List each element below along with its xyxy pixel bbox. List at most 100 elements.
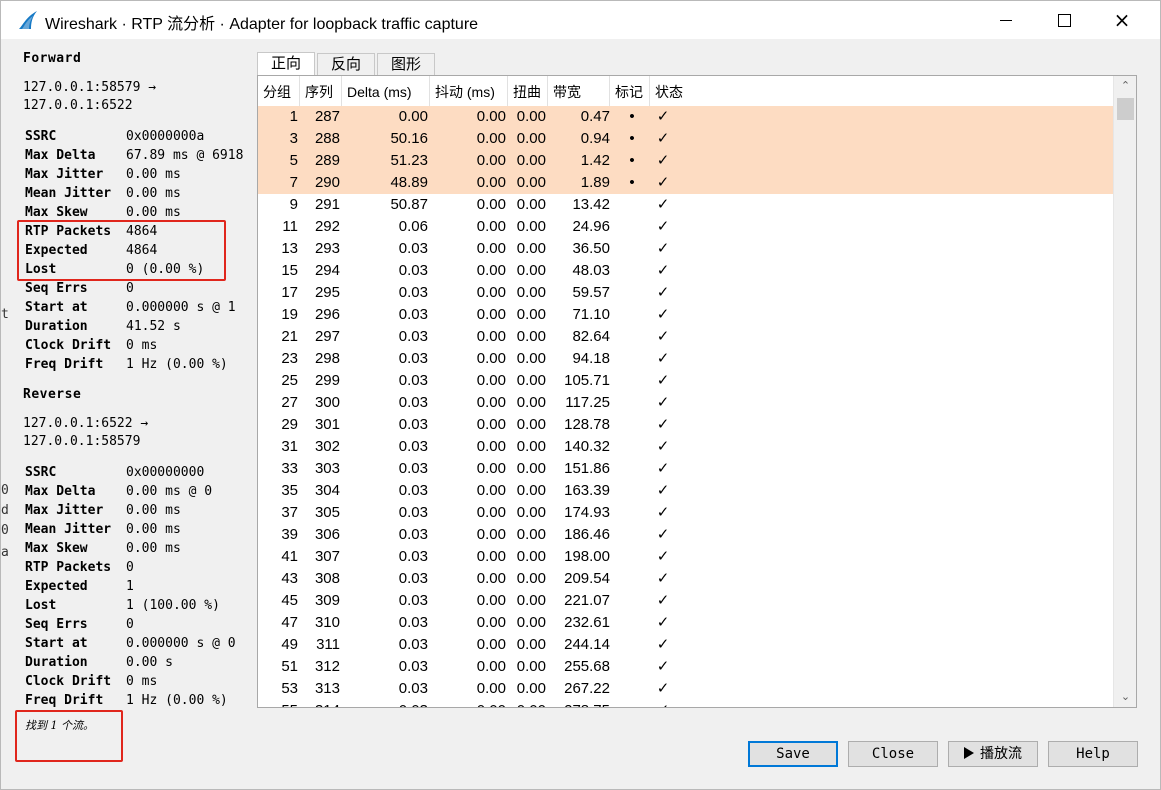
cell-packet: 27 bbox=[281, 394, 298, 411]
cell-packet: 33 bbox=[281, 460, 298, 477]
table-row[interactable]: 51 312 0.03 0.00 0.00 255.68 ✓ bbox=[258, 656, 1113, 678]
column-header-jitter[interactable]: 抖动 (ms) bbox=[430, 76, 508, 106]
table-row[interactable]: 35 304 0.03 0.00 0.00 163.39 ✓ bbox=[258, 480, 1113, 502]
stat-value: 0.00 ms @ 0 bbox=[126, 484, 213, 499]
column-header-skew[interactable]: 扭曲 bbox=[508, 76, 548, 106]
rtp-packet-table[interactable]: ^ 分组 序列 Delta (ms) 抖动 (ms) 扭曲 带宽 标记 状态 1… bbox=[257, 75, 1137, 708]
cell-jitter: 0.00 bbox=[476, 240, 506, 257]
scroll-down-arrow-icon[interactable]: ⌄ bbox=[1114, 687, 1136, 707]
column-header-packet[interactable]: ^ 分组 bbox=[258, 76, 300, 106]
table-row[interactable]: 21 297 0.03 0.00 0.00 82.64 ✓ bbox=[258, 326, 1113, 348]
close-icon: × bbox=[1113, 8, 1131, 32]
cell-bandwidth: 128.78 bbox=[564, 416, 610, 433]
cell-bandwidth: 1.89 bbox=[580, 174, 610, 191]
table-row[interactable]: 37 305 0.03 0.00 0.00 174.93 ✓ bbox=[258, 502, 1113, 524]
cell-delta: 0.03 bbox=[398, 262, 428, 279]
column-header-bandwidth[interactable]: 带宽 bbox=[548, 76, 610, 106]
table-row[interactable]: 39 306 0.03 0.00 0.00 186.46 ✓ bbox=[258, 524, 1113, 546]
table-row[interactable]: 11 292 0.06 0.00 0.00 24.96 ✓ bbox=[258, 216, 1113, 238]
cell-marker bbox=[610, 194, 654, 216]
table-row[interactable]: 41 307 0.03 0.00 0.00 198.00 ✓ bbox=[258, 546, 1113, 568]
column-header-status[interactable]: 状态 bbox=[650, 76, 690, 106]
cell-bandwidth: 105.71 bbox=[564, 372, 610, 389]
tab-reverse[interactable]: 反向 bbox=[317, 53, 375, 75]
table-row[interactable]: 25 299 0.03 0.00 0.00 105.71 ✓ bbox=[258, 370, 1113, 392]
vertical-scrollbar[interactable]: ⌃ ⌄ bbox=[1113, 76, 1136, 707]
table-row[interactable]: 31 302 0.03 0.00 0.00 140.32 ✓ bbox=[258, 436, 1113, 458]
cell-packet: 13 bbox=[281, 240, 298, 257]
cell-sequence: 309 bbox=[314, 592, 340, 609]
cell-jitter: 0.00 bbox=[476, 548, 506, 565]
cell-jitter: 0.00 bbox=[476, 306, 506, 323]
table-row[interactable]: 53 313 0.03 0.00 0.00 267.22 ✓ bbox=[258, 678, 1113, 700]
cell-marker bbox=[610, 370, 654, 392]
stat-value: 1 (100.00 %) bbox=[126, 598, 220, 613]
cell-skew: 0.00 bbox=[516, 240, 546, 257]
cell-marker bbox=[610, 436, 654, 458]
cell-marker bbox=[610, 216, 654, 238]
cell-bandwidth: 267.22 bbox=[564, 680, 610, 697]
scroll-up-arrow-icon[interactable]: ⌃ bbox=[1114, 76, 1136, 96]
table-row[interactable]: 33 303 0.03 0.00 0.00 151.86 ✓ bbox=[258, 458, 1113, 480]
tab-forward[interactable]: 正向 bbox=[257, 52, 315, 76]
table-row[interactable]: 29 301 0.03 0.00 0.00 128.78 ✓ bbox=[258, 414, 1113, 436]
close-button[interactable]: Close bbox=[848, 741, 938, 767]
stat-label: Duration bbox=[25, 655, 88, 670]
table-row[interactable]: 9 291 50.87 0.00 0.00 13.42 ✓ bbox=[258, 194, 1113, 216]
table-row[interactable]: 3 288 50.16 0.00 0.00 0.94 • ✓ bbox=[258, 128, 1113, 150]
cell-jitter: 0.00 bbox=[476, 262, 506, 279]
table-row[interactable]: 553140.030.000.00278.75✓ bbox=[258, 700, 1113, 707]
column-header-delta[interactable]: Delta (ms) bbox=[342, 76, 430, 106]
cell-sequence: 302 bbox=[314, 438, 340, 455]
table-row[interactable]: 47 310 0.03 0.00 0.00 232.61 ✓ bbox=[258, 612, 1113, 634]
stat-label: Max Delta bbox=[25, 148, 96, 163]
table-row[interactable]: 7 290 48.89 0.00 0.00 1.89 • ✓ bbox=[258, 172, 1113, 194]
minimize-button[interactable] bbox=[977, 1, 1035, 39]
scrollbar-thumb[interactable] bbox=[1117, 98, 1134, 120]
table-row[interactable]: 27 300 0.03 0.00 0.00 117.25 ✓ bbox=[258, 392, 1113, 414]
cell-marker bbox=[610, 612, 654, 634]
table-row[interactable]: 15 294 0.03 0.00 0.00 48.03 ✓ bbox=[258, 260, 1113, 282]
help-button[interactable]: Help bbox=[1048, 741, 1138, 767]
cell-skew: 0.00 bbox=[516, 526, 546, 543]
table-row[interactable]: 49 311 0.03 0.00 0.00 244.14 ✓ bbox=[258, 634, 1113, 656]
cell-packet: 47 bbox=[281, 614, 298, 631]
table-row[interactable]: 43 308 0.03 0.00 0.00 209.54 ✓ bbox=[258, 568, 1113, 590]
table-row[interactable]: 19 296 0.03 0.00 0.00 71.10 ✓ bbox=[258, 304, 1113, 326]
table-row[interactable]: 45 309 0.03 0.00 0.00 221.07 ✓ bbox=[258, 590, 1113, 612]
cell-marker bbox=[610, 546, 654, 568]
cell-sequence: 293 bbox=[314, 240, 340, 257]
cell-bandwidth: 163.39 bbox=[564, 482, 610, 499]
save-button[interactable]: Save bbox=[748, 741, 838, 767]
cell-bandwidth: 1.42 bbox=[580, 152, 610, 169]
play-streams-button[interactable]: 播放流 bbox=[948, 741, 1038, 767]
table-row[interactable]: 23 298 0.03 0.00 0.00 94.18 ✓ bbox=[258, 348, 1113, 370]
title-bar[interactable]: Wireshark · RTP 流分析 · Adapter for loopba… bbox=[1, 1, 1160, 39]
cell-jitter: 0.00 bbox=[476, 658, 506, 675]
table-row[interactable]: 17 295 0.03 0.00 0.00 59.57 ✓ bbox=[258, 282, 1113, 304]
cell-delta: 50.16 bbox=[390, 130, 428, 147]
cell-skew: 0.00 bbox=[516, 438, 546, 455]
stat-label: Freq Drift bbox=[25, 693, 104, 708]
cell-packet: 45 bbox=[281, 592, 298, 609]
stat-label: RTP Packets bbox=[25, 560, 112, 575]
table-row[interactable]: 5 289 51.23 0.00 0.00 1.42 • ✓ bbox=[258, 150, 1113, 172]
cell-sequence: 296 bbox=[314, 306, 340, 323]
cell-status: ✓ bbox=[656, 438, 670, 455]
column-header-sequence[interactable]: 序列 bbox=[300, 76, 342, 106]
table-row[interactable]: 1 287 0.00 0.00 0.00 0.47 • ✓ bbox=[258, 106, 1113, 128]
cell-delta: 0.03 bbox=[398, 614, 428, 631]
cell-jitter: 0.00 bbox=[476, 394, 506, 411]
table-row[interactable]: 13 293 0.03 0.00 0.00 36.50 ✓ bbox=[258, 238, 1113, 260]
stat-value: 1 Hz (0.00 %) bbox=[126, 357, 228, 372]
cell-status: ✓ bbox=[656, 482, 670, 499]
cell-sequence: 311 bbox=[316, 636, 340, 653]
maximize-button[interactable] bbox=[1035, 1, 1093, 39]
cell-jitter: 0.00 bbox=[476, 372, 506, 389]
close-window-button[interactable]: × bbox=[1093, 1, 1151, 39]
cell-delta: 0.06 bbox=[398, 218, 428, 235]
tab-graph[interactable]: 图形 bbox=[377, 53, 435, 75]
cell-packet: 49 bbox=[281, 636, 298, 653]
forward-addr-from: 127.0.0.1:58579 → bbox=[23, 80, 157, 95]
column-header-marker[interactable]: 标记 bbox=[610, 76, 650, 106]
